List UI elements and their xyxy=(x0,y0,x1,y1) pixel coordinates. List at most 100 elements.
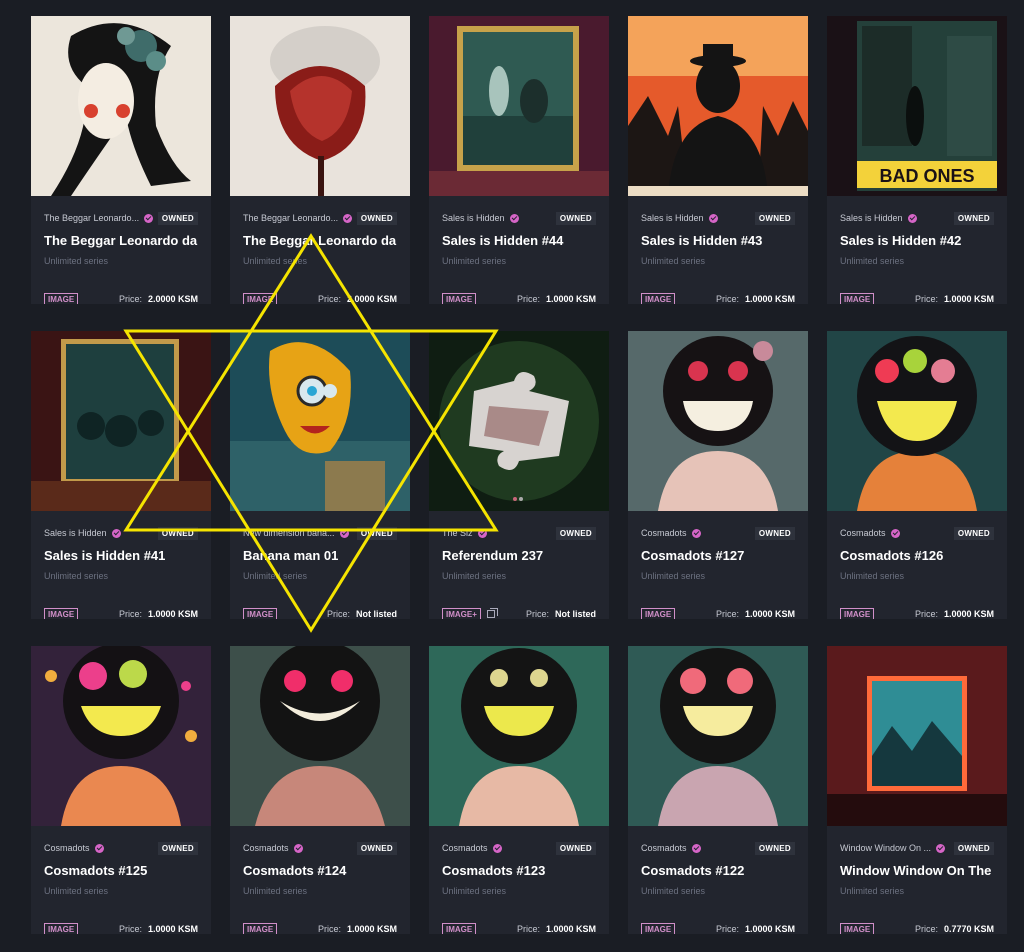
neon-window-image[interactable] xyxy=(827,646,1007,826)
robot-banana-image[interactable] xyxy=(230,331,410,511)
nft-card-12[interactable]: Cosmadots OWNED Cosmadots #124 Unlimited… xyxy=(230,646,410,946)
price-value: Not listed xyxy=(554,609,596,619)
collection-link[interactable]: New dimension bana... xyxy=(243,528,335,538)
collection-link[interactable]: Cosmadots xyxy=(641,843,687,853)
nft-title[interactable]: Sales is Hidden #44 xyxy=(442,233,596,248)
card-bottom-row: IMAGE+ Price: Not listed xyxy=(442,607,596,621)
framed-creatures-image[interactable] xyxy=(31,331,211,511)
collection-link[interactable]: Sales is Hidden xyxy=(840,213,903,223)
nft-card-9[interactable]: Cosmadots OWNED Cosmadots #127 Unlimited… xyxy=(628,331,808,631)
nft-title[interactable]: The Beggar Leonardo da xyxy=(243,233,397,248)
card-top-row: Sales is Hidden OWNED xyxy=(442,211,596,225)
puzzle-piece-image[interactable] xyxy=(429,331,609,511)
collection-link[interactable]: Cosmadots xyxy=(442,843,488,853)
collection-link[interactable]: Sales is Hidden xyxy=(44,528,107,538)
owned-badge: OWNED xyxy=(157,526,198,540)
price-label: Price: xyxy=(326,609,350,619)
nft-card-7[interactable]: New dimension bana... OWNED Banana man 0… xyxy=(230,331,410,631)
cosmadot-b-image[interactable] xyxy=(827,331,1007,511)
collection-link[interactable]: Sales is Hidden xyxy=(641,213,704,223)
nft-card-6[interactable]: Sales is Hidden OWNED Sales is Hidden #4… xyxy=(31,331,211,631)
nft-card-8[interactable]: The Siz OWNED Referendum 237 Unlimited s… xyxy=(429,331,609,631)
card-top-row: The Beggar Leonardo... OWNED xyxy=(44,211,198,225)
series-text: Unlimited series xyxy=(641,571,706,581)
collection-link[interactable]: The Beggar Leonardo... xyxy=(243,213,338,223)
nft-title[interactable]: Sales is Hidden #43 xyxy=(641,233,795,248)
nft-card-4[interactable]: Sales is Hidden OWNED Sales is Hidden #4… xyxy=(628,16,808,316)
nft-card-10[interactable]: Cosmadots OWNED Cosmadots #126 Unlimited… xyxy=(827,331,1007,631)
nft-title[interactable]: Banana man 01 xyxy=(243,548,397,563)
beggar-woman-image[interactable] xyxy=(31,16,211,196)
price-label: Price: xyxy=(914,294,938,304)
gallery-scene-image[interactable] xyxy=(429,16,609,196)
price-label: Price: xyxy=(715,609,739,619)
man-in-hat-image[interactable] xyxy=(628,16,808,196)
price-label: Price: xyxy=(118,609,142,619)
media-type-badge: IMAGE+ xyxy=(442,607,481,621)
cosmadot-a-image[interactable] xyxy=(628,331,808,511)
nft-title[interactable]: Cosmadots #124 xyxy=(243,863,397,878)
nft-title[interactable]: The Beggar Leonardo da xyxy=(44,233,198,248)
collection-link[interactable]: Cosmadots xyxy=(641,528,687,538)
nft-title[interactable]: Cosmadots #125 xyxy=(44,863,198,878)
nft-card-1[interactable]: The Beggar Leonardo... OWNED The Beggar … xyxy=(31,16,211,316)
collection-link[interactable]: Sales is Hidden xyxy=(442,213,505,223)
nft-title[interactable]: Referendum 237 xyxy=(442,548,596,563)
cosmadot-c-image[interactable] xyxy=(31,646,211,826)
cosmadot-e-image[interactable] xyxy=(429,646,609,826)
media-type-badge: IMAGE xyxy=(840,607,875,621)
card-bottom-row: IMAGE Price: 1.0000 KSM xyxy=(641,292,795,306)
media-type-badge: IMAGE xyxy=(243,292,278,306)
series-text: Unlimited series xyxy=(840,256,905,266)
collection-link[interactable]: The Siz xyxy=(442,528,473,538)
nft-card-14[interactable]: Cosmadots OWNED Cosmadots #122 Unlimited… xyxy=(628,646,808,946)
nft-title[interactable]: Cosmadots #122 xyxy=(641,863,795,878)
price-label: Price: xyxy=(516,294,540,304)
nft-card-13[interactable]: Cosmadots OWNED Cosmadots #123 Unlimited… xyxy=(429,646,609,946)
nft-title[interactable]: Window Window On The xyxy=(840,863,994,878)
card-meta: Cosmadots OWNED Cosmadots #123 Unlimited… xyxy=(429,841,609,936)
card-bottom-row: IMAGE Price: 1.0000 KSM xyxy=(243,922,397,936)
card-meta: Sales is Hidden OWNED Sales is Hidden #4… xyxy=(31,526,211,621)
price-value: 1.0000 KSM xyxy=(545,924,596,934)
owned-badge: OWNED xyxy=(555,211,596,225)
card-top-row: The Siz OWNED xyxy=(442,526,596,540)
nft-card-11[interactable]: Cosmadots OWNED Cosmadots #125 Unlimited… xyxy=(31,646,211,946)
nft-card-5[interactable]: BAD ONES Sales is Hidden OWNED Sales is … xyxy=(827,16,1007,316)
nft-card-3[interactable]: Sales is Hidden OWNED Sales is Hidden #4… xyxy=(429,16,609,316)
nft-title[interactable]: Sales is Hidden #42 xyxy=(840,233,994,248)
nft-title[interactable]: Cosmadots #127 xyxy=(641,548,795,563)
card-bottom-row: IMAGE Price: 2.0000 KSM xyxy=(243,292,397,306)
multiple-editions-icon xyxy=(486,608,498,618)
nft-title[interactable]: Cosmadots #126 xyxy=(840,548,994,563)
verified-icon xyxy=(890,528,900,538)
collection-link[interactable]: The Beggar Leonardo... xyxy=(44,213,139,223)
nft-title[interactable]: Sales is Hidden #41 xyxy=(44,548,198,563)
media-type-badge: IMAGE xyxy=(243,607,278,621)
card-top-row: Cosmadots OWNED xyxy=(840,526,994,540)
card-bottom-row: IMAGE Price: 1.0000 KSM xyxy=(840,607,994,621)
price-label: Price: xyxy=(317,924,341,934)
nft-title[interactable]: Cosmadots #123 xyxy=(442,863,596,878)
owned-badge: OWNED xyxy=(754,211,795,225)
card-bottom-row: IMAGE Price: 0.7770 KSM xyxy=(840,922,994,936)
cosmadot-d-image[interactable] xyxy=(230,646,410,826)
cosmadot-f-image[interactable] xyxy=(628,646,808,826)
price-value: 1.0000 KSM xyxy=(943,294,994,304)
series-text: Unlimited series xyxy=(442,571,507,581)
bad-ones-poster-image[interactable]: BAD ONES xyxy=(827,16,1007,196)
verified-icon xyxy=(111,528,121,538)
collection-link[interactable]: Cosmadots xyxy=(44,843,90,853)
verified-icon xyxy=(343,213,353,223)
price-label: Price: xyxy=(715,294,739,304)
card-meta: New dimension bana... OWNED Banana man 0… xyxy=(230,526,410,621)
nft-card-2[interactable]: The Beggar Leonardo... OWNED The Beggar … xyxy=(230,16,410,316)
collection-link[interactable]: Cosmadots xyxy=(840,528,886,538)
smoke-rose-image[interactable] xyxy=(230,16,410,196)
nft-card-15[interactable]: Window Window On ... OWNED Window Window… xyxy=(827,646,1007,946)
verified-icon xyxy=(293,843,303,853)
series-text: Unlimited series xyxy=(243,256,308,266)
collection-link[interactable]: Cosmadots xyxy=(243,843,289,853)
collection-link[interactable]: Window Window On ... xyxy=(840,843,931,853)
verified-icon xyxy=(691,843,701,853)
